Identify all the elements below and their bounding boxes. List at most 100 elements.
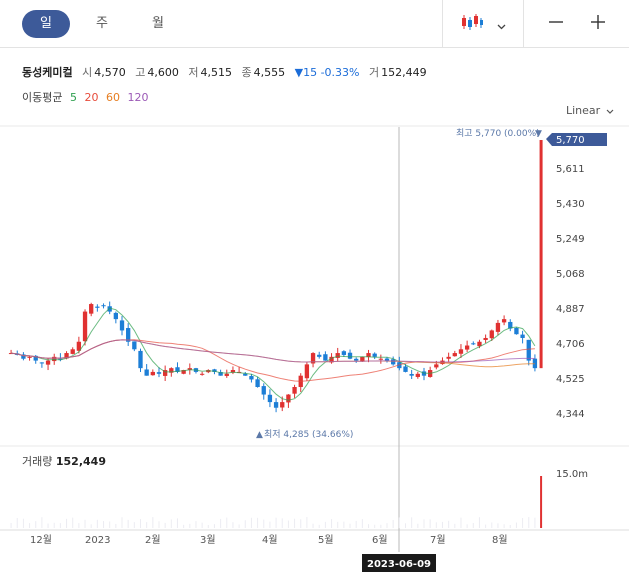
volume-bar: [503, 524, 505, 528]
candle-body: [273, 402, 279, 408]
volume-bar: [189, 523, 191, 528]
volume-bar: [29, 523, 31, 528]
candle-body: [378, 358, 384, 360]
volume-bar: [250, 517, 252, 528]
volume-bar: [405, 523, 406, 528]
volume-bar: [109, 521, 111, 528]
price-tick: 5,068: [556, 269, 585, 280]
price-tick: 4,344: [556, 409, 585, 420]
volume-bar: [226, 517, 228, 528]
volume-bar: [257, 517, 259, 528]
candle-body: [199, 373, 205, 375]
volume-bar: [16, 517, 18, 528]
price-tick: 4,525: [556, 374, 585, 385]
volume-bar: [244, 520, 246, 528]
candle-body: [483, 337, 488, 340]
candle-body: [95, 306, 100, 308]
candlesticks: [8, 140, 543, 413]
volume-bar: [170, 519, 172, 528]
current-price-tag: 5,770: [546, 133, 607, 146]
volume-bar: [78, 523, 80, 528]
volume-bar: [213, 524, 215, 528]
volume-bar: [460, 517, 462, 528]
volume-bar: [66, 518, 68, 528]
volume-bar: [281, 518, 283, 528]
candle-body: [39, 362, 45, 364]
candle-body: [323, 354, 328, 361]
volume-bar: [220, 518, 222, 528]
volume-bar: [472, 523, 474, 528]
volume-bar: [435, 522, 437, 528]
crosshair-date-tag: 2023-06-09: [362, 554, 436, 572]
candle-body: [495, 322, 501, 332]
candle-body: [27, 356, 32, 358]
volume-bar: [146, 522, 148, 528]
volume-bar: [441, 521, 443, 528]
candle-body: [113, 312, 119, 320]
price-tick: 4,887: [556, 304, 585, 315]
volume-bar: [121, 517, 123, 528]
candle-body: [452, 353, 457, 357]
volume-bar: [374, 524, 376, 528]
candle-body: [45, 360, 51, 365]
volume-bar: [238, 524, 240, 528]
volume-bar: [133, 522, 135, 528]
candle-body: [458, 349, 464, 354]
candle-body: [70, 349, 75, 354]
volume-bar: [343, 521, 345, 528]
volume-bar: [72, 517, 74, 528]
volume-bar: [392, 519, 394, 528]
volume-bar: [411, 517, 413, 528]
candle-body: [132, 341, 137, 350]
volume-bar: [53, 522, 55, 528]
volume-bar: [103, 521, 105, 528]
price-tick: 5,611: [556, 164, 585, 175]
volume-bar: [158, 521, 160, 528]
volume-bar: [429, 519, 431, 528]
volume-bar: [201, 522, 203, 528]
candle-body: [391, 359, 396, 365]
candle-body: [403, 366, 408, 372]
date-tick: 6월: [372, 534, 388, 546]
date-tick: 7월: [430, 534, 446, 546]
candle-body: [384, 358, 390, 361]
volume-bar: [331, 519, 333, 528]
volume-bar: [35, 521, 37, 528]
volume-bar: [355, 520, 357, 528]
candle-body: [335, 353, 340, 358]
volume-bar: [423, 519, 425, 528]
volume-bar: [232, 522, 234, 528]
candle-body: [409, 373, 414, 376]
volume-bar: [47, 523, 49, 528]
candle-body: [255, 379, 260, 388]
candle-body: [341, 351, 347, 355]
candle-body: [119, 320, 125, 331]
volume-bar: [96, 519, 98, 528]
volume-bar: [275, 517, 277, 528]
candle-body: [144, 369, 149, 376]
current-price-label: 5,770: [556, 135, 585, 146]
volume-bar: [349, 523, 351, 528]
candle-body: [280, 402, 285, 408]
candle-body: [354, 358, 359, 361]
candle-body: [372, 353, 377, 357]
candle-body: [539, 140, 543, 369]
candle-body: [89, 304, 94, 314]
candle-body: [138, 350, 143, 369]
high-annotation: 최고 5,770 (0.00%): [456, 128, 540, 139]
volume-bar: [294, 518, 296, 528]
volume-bar: [540, 476, 543, 528]
candle-body: [446, 356, 451, 359]
price-chart[interactable]: 5,770 5,611 5,430 5,249 5,068 4,887 4,70…: [0, 0, 629, 572]
volume-bar: [509, 524, 511, 528]
candle-body: [101, 305, 106, 307]
candle-body: [317, 354, 322, 357]
date-tick: 12월: [30, 534, 52, 546]
volume-bar: [324, 521, 326, 528]
crosshair-date: 2023-06-09: [367, 559, 431, 570]
candle-body: [471, 343, 476, 345]
volume-bar: [306, 517, 308, 528]
volume-bar: [287, 520, 289, 528]
candle-body: [501, 319, 507, 323]
candle-body: [261, 386, 266, 395]
